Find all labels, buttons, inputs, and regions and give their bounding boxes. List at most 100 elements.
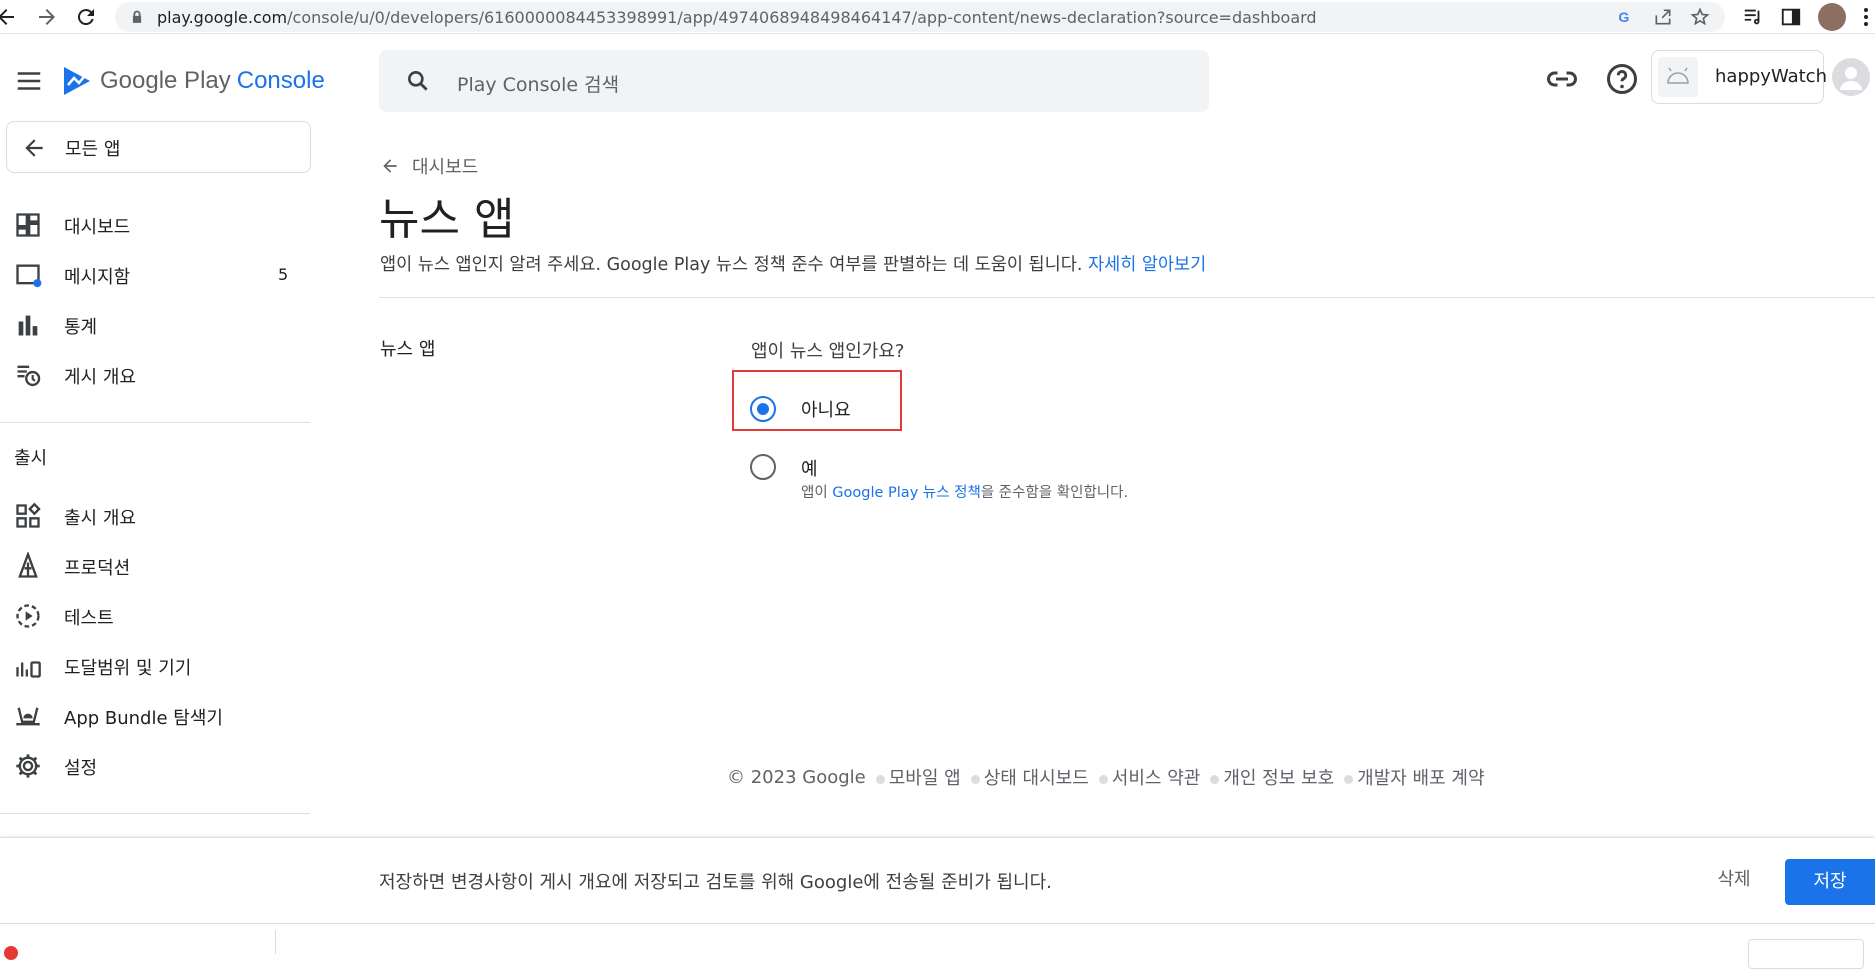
sidebar-item-reach-devices[interactable]: 도달범위 및 기기 — [0, 644, 310, 688]
account-avatar[interactable] — [1832, 58, 1870, 96]
footer-link-privacy[interactable]: 개인 정보 보호 — [1223, 764, 1334, 790]
all-apps-button[interactable]: 모든 앱 — [6, 121, 311, 173]
sidebar-section-release: 출시 — [14, 448, 48, 469]
play-console-logo-icon — [64, 67, 90, 95]
copyright-text: © 2023 Google — [727, 766, 866, 788]
back-arrow-icon — [383, 159, 397, 173]
download-shelf — [0, 923, 1875, 969]
page-title: 뉴스 앱 — [379, 194, 515, 245]
sidebar-item-publishing-overview[interactable]: 게시 개요 — [0, 353, 310, 397]
shelf-divider — [275, 930, 276, 954]
sidebar-item-label: 설정 — [64, 758, 98, 779]
person-icon — [1840, 67, 1862, 90]
separator-dot — [970, 774, 980, 784]
sidebar-item-label: 테스트 — [64, 608, 114, 629]
sidebar-divider — [0, 813, 310, 814]
yes-option-note: 앱이 Google Play 뉴스 정책을 준수함을 확인합니다. — [801, 481, 1128, 502]
logo-text-console: Console — [236, 67, 325, 94]
sidebar-item-statistics[interactable]: 통계 — [0, 303, 310, 347]
breadcrumb-label: 대시보드 — [412, 157, 479, 178]
sidebar-item-production[interactable]: 프로덕션 — [0, 544, 310, 588]
back-arrow-icon — [25, 139, 43, 157]
statistics-icon — [18, 315, 38, 336]
google-lens-icon[interactable]: G — [1615, 7, 1635, 27]
app-name: happyWatch — [1715, 66, 1827, 87]
dashboard-icon — [16, 213, 40, 237]
logo-text-google-play: Google Play — [100, 67, 231, 94]
profile-picture[interactable] — [1818, 3, 1846, 31]
separator-dot — [875, 774, 885, 784]
sidebar-item-label: 통계 — [64, 317, 98, 338]
unread-count-badge: 5 — [278, 265, 289, 284]
show-all-downloads-button[interactable] — [1748, 939, 1864, 969]
sidebar-item-label: App Bundle 탐색기 — [64, 708, 223, 729]
share-icon[interactable] — [1653, 7, 1673, 27]
separator-dot — [1210, 774, 1220, 784]
sidebar-item-app-bundle-explorer[interactable]: App Bundle 탐색기 — [0, 694, 310, 738]
release-overview-icon — [16, 502, 41, 528]
learn-more-link[interactable]: 자세히 알아보기 — [1088, 255, 1206, 275]
reload-icon[interactable] — [74, 5, 98, 29]
production-icon — [18, 552, 38, 578]
svg-text:G: G — [1618, 10, 1629, 26]
search-bar[interactable]: Play Console 검색 — [379, 50, 1209, 112]
radio-no-label[interactable]: 아니요 — [801, 396, 851, 422]
back-arrow-icon[interactable] — [0, 5, 18, 29]
sidebar-item-label: 게시 개요 — [64, 367, 136, 388]
footer-link-terms[interactable]: 서비스 약관 — [1112, 764, 1201, 790]
bookmark-star-icon[interactable] — [1690, 7, 1710, 27]
link-icon[interactable] — [1544, 61, 1580, 97]
footer-link-distribution-agreement[interactable]: 개발자 배포 계약 — [1357, 764, 1484, 790]
sidebar-item-label: 도달범위 및 기기 — [64, 658, 192, 679]
discard-button[interactable]: 삭제 — [1706, 860, 1762, 900]
sidebar-item-settings[interactable]: 설정 — [0, 744, 310, 788]
search-icon — [408, 71, 428, 91]
note-suffix: 을 준수함을 확인합니다. — [980, 485, 1129, 501]
save-message: 저장하면 변경사항이 게시 개요에 저장되고 검토를 위해 Google에 전송… — [379, 872, 1052, 893]
sidebar-item-label: 출시 개요 — [64, 508, 136, 529]
reach-devices-icon — [16, 661, 41, 678]
app-switcher[interactable]: happyWatch — [1651, 50, 1827, 104]
description-text: 앱이 뉴스 앱인지 알려 주세요. Google Play 뉴스 정책 준수 여… — [380, 255, 1083, 275]
app-icon — [1658, 57, 1698, 97]
separator-dot — [1344, 774, 1354, 784]
radio-yes-label[interactable]: 예 — [801, 455, 818, 481]
footer-link-status-dashboard[interactable]: 상태 대시보드 — [984, 764, 1089, 790]
sidebar-item-label: 메시지함 — [64, 267, 131, 288]
play-console-logo[interactable]: Google Play Console — [62, 64, 325, 98]
sidebar-item-label: 대시보드 — [64, 217, 131, 238]
radio-no[interactable] — [750, 396, 776, 422]
footer-link-mobile-app[interactable]: 모바일 앱 — [889, 764, 961, 790]
all-apps-label: 모든 앱 — [65, 139, 121, 160]
sidebar-item-dashboard[interactable]: 대시보드 — [0, 203, 310, 247]
android-icon — [1667, 67, 1689, 84]
media-control-icon[interactable] — [1742, 6, 1764, 28]
help-icon[interactable] — [1604, 61, 1640, 97]
footer: © 2023 Google 모바일 앱 상태 대시보드 서비스 약관 개인 정보… — [727, 764, 1485, 790]
radio-yes[interactable] — [750, 454, 776, 480]
settings-icon — [16, 754, 40, 778]
sidebar-divider — [0, 422, 310, 423]
breadcrumb[interactable]: 대시보드 — [380, 153, 478, 179]
section-label: 뉴스 앱 — [380, 339, 436, 360]
question-label: 앱이 뉴스 앱인가요? — [751, 341, 905, 362]
hamburger-menu-icon[interactable] — [14, 66, 44, 96]
sidebar-item-release-overview[interactable]: 출시 개요 — [0, 494, 310, 538]
testing-icon — [16, 604, 40, 628]
sidebar-item-label: 프로덕션 — [64, 558, 131, 579]
side-panel-icon[interactable] — [1780, 6, 1802, 28]
forward-arrow-icon[interactable] — [35, 5, 59, 29]
inbox-icon — [16, 264, 42, 288]
sidebar-item-testing[interactable]: 테스트 — [0, 594, 310, 638]
more-menu-icon[interactable] — [1860, 6, 1872, 28]
news-policy-link[interactable]: Google Play 뉴스 정책 — [832, 485, 981, 501]
page-description: 앱이 뉴스 앱인지 알려 주세요. Google Play 뉴스 정책 준수 여… — [380, 251, 1206, 276]
address-bar[interactable]: play.google.com/console/u/0/developers/6… — [115, 2, 1725, 32]
search-input[interactable]: Play Console 검색 — [457, 70, 619, 97]
download-status-icon — [4, 946, 18, 960]
lock-icon — [132, 10, 142, 23]
url-text: play.google.com/console/u/0/developers/6… — [157, 8, 1317, 27]
save-bar: 저장하면 변경사항이 게시 개요에 저장되고 검토를 위해 Google에 전송… — [0, 837, 1875, 923]
save-button[interactable]: 저장 — [1785, 859, 1875, 905]
sidebar-item-inbox[interactable]: 메시지함 5 — [0, 253, 310, 297]
